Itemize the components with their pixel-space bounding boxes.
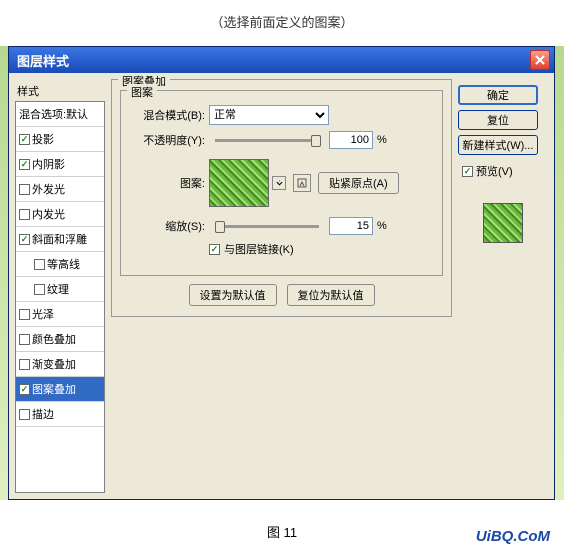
chevron-down-icon (276, 180, 283, 186)
caption-top: （选择前面定义的图案） (0, 0, 564, 39)
checkbox-icon[interactable] (19, 359, 30, 370)
checkbox-icon[interactable] (34, 259, 45, 270)
checkbox-icon[interactable] (19, 334, 30, 345)
checkbox-icon[interactable] (19, 134, 30, 145)
blend-options-item[interactable]: 混合选项:默认 (16, 102, 104, 127)
snap-icon (297, 178, 307, 188)
style-item-drop-shadow[interactable]: 投影 (16, 127, 104, 152)
percent-label: % (377, 220, 387, 232)
style-item-gradient-overlay[interactable]: 渐变叠加 (16, 352, 104, 377)
pattern-label: 图案: (131, 175, 205, 191)
style-item-inner-glow[interactable]: 内发光 (16, 202, 104, 227)
style-item-label: 渐变叠加 (32, 356, 76, 372)
scale-input[interactable] (329, 217, 373, 235)
style-item-label: 颜色叠加 (32, 331, 76, 347)
close-icon (535, 55, 545, 65)
style-item-label: 图案叠加 (32, 381, 76, 397)
style-item-outer-glow[interactable]: 外发光 (16, 177, 104, 202)
set-default-button[interactable]: 设置为默认值 (189, 284, 277, 306)
checkbox-icon[interactable] (19, 234, 30, 245)
snap-button[interactable] (293, 174, 311, 192)
watermark: UiBQ.CoM (476, 528, 550, 545)
style-item-label: 外发光 (32, 181, 65, 197)
blend-mode-label: 混合模式(B): (131, 107, 205, 123)
layer-style-dialog: 图层样式 样式 混合选项:默认 投影 内阴影 (8, 46, 555, 500)
link-layer-checkbox[interactable] (209, 244, 220, 255)
right-buttons: 确定 复位 新建样式(W)... 预览(V) (458, 79, 548, 493)
percent-label: % (377, 134, 387, 146)
style-item-label: 纹理 (47, 281, 69, 297)
blend-mode-select[interactable]: 正常 (209, 105, 329, 125)
checkbox-icon[interactable] (19, 159, 30, 170)
preview-checkbox[interactable] (462, 166, 473, 177)
titlebar-title: 图层样式 (17, 51, 530, 70)
preview-box (468, 190, 538, 256)
checkbox-icon[interactable] (34, 284, 45, 295)
pattern-group: 图案 混合模式(B): 正常 不透明度(Y): (120, 90, 443, 276)
style-item-label: 光泽 (32, 306, 54, 322)
slider-thumb-icon[interactable] (311, 135, 321, 147)
opacity-slider[interactable] (215, 139, 319, 142)
style-item-bevel-emboss[interactable]: 斜面和浮雕 (16, 227, 104, 252)
pattern-swatch[interactable] (209, 159, 269, 207)
checkbox-icon[interactable] (19, 209, 30, 220)
link-layer-label: 与图层链接(K) (224, 241, 294, 257)
pattern-dropdown[interactable] (272, 176, 286, 190)
preview-label: 预览(V) (476, 163, 513, 179)
close-button[interactable] (530, 50, 550, 70)
titlebar[interactable]: 图层样式 (9, 47, 554, 73)
opacity-label: 不透明度(Y): (131, 132, 205, 148)
style-item-contour[interactable]: 等高线 (16, 252, 104, 277)
opacity-input[interactable] (329, 131, 373, 149)
snap-origin-button[interactable]: 贴紧原点(A) (318, 172, 399, 194)
style-item-inner-shadow[interactable]: 内阴影 (16, 152, 104, 177)
bg-decor-left (0, 46, 8, 500)
checkbox-icon[interactable] (19, 384, 30, 395)
style-item-label: 等高线 (47, 256, 80, 272)
style-item-label: 斜面和浮雕 (32, 231, 87, 247)
reset-button[interactable]: 复位 (458, 110, 538, 130)
style-item-pattern-overlay[interactable]: 图案叠加 (16, 377, 104, 402)
ok-button[interactable]: 确定 (458, 85, 538, 105)
scale-slider[interactable] (215, 225, 319, 228)
reset-default-button[interactable]: 复位为默认值 (287, 284, 375, 306)
slider-thumb-icon[interactable] (215, 221, 225, 233)
style-item-stroke[interactable]: 描边 (16, 402, 104, 427)
pattern-overlay-group: 图案叠加 图案 混合模式(B): 正常 不透明度(Y): (111, 79, 452, 317)
inner-group-label: 图案 (127, 84, 157, 100)
style-item-color-overlay[interactable]: 颜色叠加 (16, 327, 104, 352)
styles-panel: 样式 混合选项:默认 投影 内阴影 外发光 (15, 79, 105, 493)
style-item-label: 内阴影 (32, 156, 65, 172)
checkbox-icon[interactable] (19, 409, 30, 420)
style-item-texture[interactable]: 纹理 (16, 277, 104, 302)
bg-decor-right (555, 46, 564, 500)
checkbox-icon[interactable] (19, 309, 30, 320)
scale-label: 缩放(S): (131, 218, 205, 234)
styles-list: 混合选项:默认 投影 内阴影 外发光 内发光 (15, 101, 105, 493)
style-item-satin[interactable]: 光泽 (16, 302, 104, 327)
checkbox-icon[interactable] (19, 184, 30, 195)
styles-label: 样式 (15, 79, 105, 101)
style-item-label: 描边 (32, 406, 54, 422)
preview-swatch (483, 203, 523, 243)
settings-panel: 图案叠加 图案 混合模式(B): 正常 不透明度(Y): (111, 79, 452, 493)
new-style-button[interactable]: 新建样式(W)... (458, 135, 538, 155)
style-item-label: 内发光 (32, 206, 65, 222)
style-item-label: 投影 (32, 131, 54, 147)
